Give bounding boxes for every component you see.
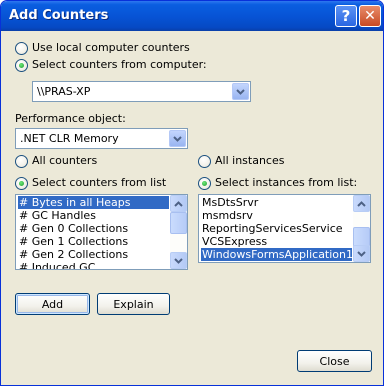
computer-combo[interactable]: \\PRAS-XP [32, 81, 251, 102]
title-bar[interactable]: Add Counters ? ✕ [1, 1, 383, 31]
window-title: Add Counters [9, 8, 109, 23]
scroll-thumb[interactable] [353, 227, 370, 247]
help-button[interactable]: ? [335, 5, 357, 27]
add-button-label: Add [41, 297, 64, 311]
list-item[interactable]: ReportingServicesService [201, 222, 352, 235]
close-button-label: Close [319, 354, 350, 368]
chevron-down-icon [174, 257, 183, 264]
instances-list[interactable]: MsDtsSrvr msmdsrv ReportingServicesServi… [198, 194, 371, 263]
use-local-label[interactable]: Use local computer counters [32, 41, 190, 54]
list-item[interactable]: # Gen 2 Collections [18, 248, 169, 261]
select-instances-label[interactable]: Select instances from list: [215, 176, 357, 189]
chevron-down-icon[interactable] [232, 83, 249, 100]
select-computer-label[interactable]: Select counters from computer: [32, 58, 207, 71]
list-item[interactable]: # Gen 1 Collections [18, 235, 169, 248]
list-item[interactable]: # Induced GC [18, 261, 169, 269]
add-button[interactable]: Add [15, 293, 90, 315]
scroll-down-button[interactable] [170, 252, 187, 269]
list-item[interactable]: # Bytes in all Heaps [18, 196, 169, 209]
scroll-up-button[interactable] [170, 195, 187, 212]
scroll-thumb[interactable] [170, 212, 187, 234]
scroll-down-button[interactable] [353, 245, 370, 262]
performance-object-label: Performance object: [15, 112, 126, 125]
all-counters-radio[interactable] [15, 155, 28, 168]
list-item[interactable]: # GC Handles [18, 209, 169, 222]
help-icon: ? [341, 7, 351, 25]
list-item[interactable]: MsDtsSrvr [201, 196, 352, 209]
performance-object-combo[interactable]: .NET CLR Memory [15, 128, 188, 149]
explain-button[interactable]: Explain [97, 293, 170, 315]
add-counters-dialog: Add Counters ? ✕ Use local computer coun… [0, 0, 384, 386]
explain-button-label: Explain [113, 297, 154, 311]
close-button[interactable]: Close [297, 350, 372, 372]
list-item[interactable]: WindowsFormsApplication1.vshost [201, 248, 352, 261]
performance-object-value: .NET CLR Memory [20, 132, 119, 145]
instances-scrollbar[interactable] [353, 195, 370, 262]
select-instances-radio[interactable] [198, 177, 211, 190]
chevron-down-icon [357, 250, 366, 257]
counters-scrollbar[interactable] [170, 195, 187, 269]
select-counters-label[interactable]: Select counters from list [32, 176, 166, 189]
chevron-down-icon[interactable] [169, 130, 186, 147]
list-item[interactable]: msmdsrv [201, 209, 352, 222]
list-item[interactable]: VCSExpress [201, 235, 352, 248]
scroll-up-button[interactable] [353, 195, 370, 212]
counters-list[interactable]: # Bytes in all Heaps # GC Handles # Gen … [15, 194, 188, 270]
chevron-up-icon [357, 200, 366, 207]
title-close-button[interactable]: ✕ [359, 5, 381, 27]
all-counters-label[interactable]: All counters [32, 154, 97, 167]
list-item[interactable]: # Gen 0 Collections [18, 222, 169, 235]
all-instances-radio[interactable] [198, 155, 211, 168]
use-local-radio[interactable] [15, 42, 28, 55]
computer-combo-value: \\PRAS-XP [37, 85, 91, 98]
chevron-up-icon [174, 200, 183, 207]
select-counters-radio[interactable] [15, 177, 28, 190]
close-icon: ✕ [364, 8, 376, 24]
all-instances-label[interactable]: All instances [215, 154, 284, 167]
select-computer-radio[interactable] [15, 59, 28, 72]
